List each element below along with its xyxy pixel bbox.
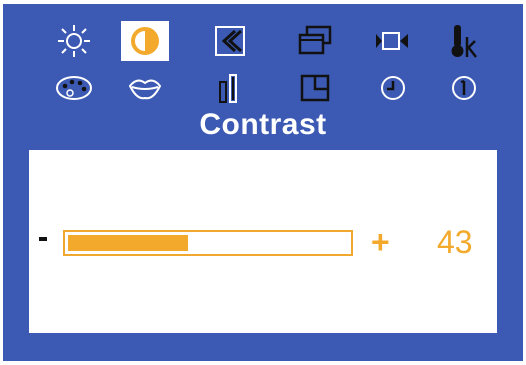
decrease-indicator[interactable]	[39, 237, 47, 241]
osd-menu: Contrast - + 43	[3, 4, 523, 361]
contrast-slider[interactable]	[63, 230, 353, 256]
window-icon[interactable]	[291, 68, 339, 108]
contrast-icon[interactable]	[121, 21, 169, 61]
brightness-icon[interactable]	[50, 21, 98, 61]
position-icon[interactable]	[206, 21, 254, 61]
video-input-icon[interactable]	[369, 21, 417, 61]
clock-icon[interactable]	[369, 68, 417, 108]
adjustment-panel: - + 43	[29, 150, 497, 333]
color-temperature-icon[interactable]	[440, 21, 488, 61]
icon-grid	[3, 4, 523, 119]
info-icon[interactable]	[440, 68, 488, 108]
bars-icon[interactable]	[206, 68, 254, 108]
increase-label[interactable]: +	[371, 226, 390, 258]
color-palette-icon[interactable]	[50, 68, 98, 108]
contrast-value: 43	[437, 224, 473, 260]
contrast-slider-fill	[68, 235, 188, 251]
menu-title: Contrast	[199, 108, 327, 141]
size-icon[interactable]	[291, 21, 339, 61]
lips-icon[interactable]	[121, 68, 169, 108]
